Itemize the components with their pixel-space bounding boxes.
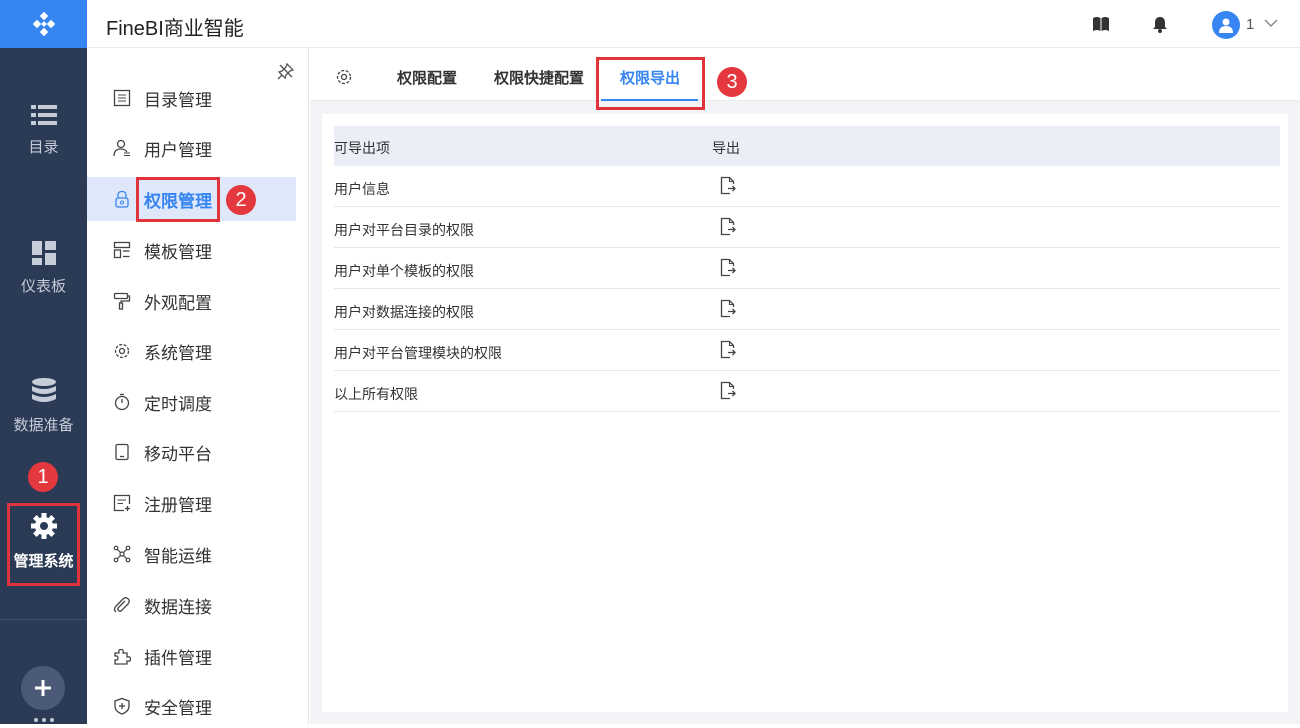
sidebar-item-mobile[interactable]: 移动平台 bbox=[87, 430, 296, 474]
table-row: 用户对平台目录的权限 bbox=[334, 207, 1280, 248]
bell-icon[interactable] bbox=[1152, 16, 1168, 33]
sidebar-item-label: 数据连接 bbox=[144, 597, 212, 617]
user-icon bbox=[112, 138, 132, 158]
table-row: 以上所有权限 bbox=[334, 371, 1280, 412]
list-icon bbox=[30, 105, 57, 125]
sidebar-item-plugins[interactable]: 插件管理 bbox=[87, 634, 296, 678]
tab-permission-quick-config[interactable]: 权限快捷配置 bbox=[494, 67, 584, 88]
user-avatar[interactable] bbox=[1212, 11, 1240, 39]
sidebar-item-label: 外观配置 bbox=[144, 293, 212, 313]
export-icon[interactable] bbox=[720, 381, 736, 400]
sidebar-item-templates[interactable]: 模板管理 bbox=[87, 228, 296, 272]
column-header-item: 可导出项 bbox=[334, 140, 390, 156]
tab-bar: 权限配置 权限快捷配置 权限导出 bbox=[310, 48, 1300, 101]
timer-icon bbox=[112, 392, 132, 412]
row-name: 用户信息 bbox=[334, 181, 390, 197]
network-icon bbox=[112, 544, 132, 564]
sidebar-item-security[interactable]: 安全管理 bbox=[87, 684, 296, 728]
export-icon[interactable] bbox=[720, 176, 736, 195]
sidebar-item-label: 移动平台 bbox=[144, 444, 212, 464]
mobile-icon bbox=[112, 442, 132, 462]
table-header: 可导出项 导出 bbox=[334, 126, 1280, 166]
dashboard-icon bbox=[31, 241, 56, 265]
plus-icon bbox=[35, 680, 51, 696]
shield-icon bbox=[112, 696, 132, 716]
paperclip-icon bbox=[112, 595, 132, 615]
app-title: FineBI商业智能 bbox=[106, 18, 244, 40]
sidebar-item-data-connection[interactable]: 数据连接 bbox=[87, 583, 296, 627]
sidebar-item-users[interactable]: 用户管理 bbox=[87, 126, 296, 170]
table-row: 用户对平台管理模块的权限 bbox=[334, 330, 1280, 371]
directory-icon bbox=[112, 88, 132, 108]
sidebar-item-appearance[interactable]: 外观配置 bbox=[87, 279, 296, 323]
export-icon[interactable] bbox=[720, 258, 736, 277]
callout-box-permissions bbox=[136, 177, 220, 222]
rail-item-label: 仪表板 bbox=[20, 278, 66, 295]
step-badge-2: 2 bbox=[226, 185, 256, 215]
admin-sidebar: 目录管理 用户管理 权限管理 模板管理 外观配置 系统管理 定时调度 移动平台 … bbox=[87, 48, 309, 724]
main-content: 权限配置 权限快捷配置 权限导出 可导出项 导出 用户信息 用户对平台目录的权限… bbox=[310, 48, 1300, 724]
database-icon bbox=[31, 378, 56, 402]
sidebar-item-scheduling[interactable]: 定时调度 bbox=[87, 380, 296, 424]
more-icon[interactable] bbox=[34, 718, 54, 722]
export-icon[interactable] bbox=[720, 340, 736, 359]
step-badge-1: 1 bbox=[28, 462, 58, 492]
export-icon[interactable] bbox=[720, 217, 736, 236]
app-logo[interactable] bbox=[0, 0, 87, 48]
step-badge-3: 3 bbox=[717, 67, 747, 97]
row-name: 用户对数据连接的权限 bbox=[334, 304, 474, 320]
gear-icon bbox=[112, 341, 132, 361]
app-rail: 目录 仪表板 数据准备 管理系统 bbox=[0, 0, 87, 724]
tab-permission-config[interactable]: 权限配置 bbox=[397, 67, 457, 88]
row-name: 用户对平台目录的权限 bbox=[334, 222, 474, 238]
paint-roller-icon bbox=[112, 291, 132, 311]
table-row: 用户对单个模板的权限 bbox=[334, 248, 1280, 289]
lock-icon bbox=[112, 189, 132, 209]
rail-item-dashboard[interactable]: 仪表板 bbox=[0, 241, 87, 296]
row-name: 以上所有权限 bbox=[334, 386, 418, 402]
row-name: 用户对平台管理模块的权限 bbox=[334, 345, 502, 361]
sidebar-item-label: 目录管理 bbox=[144, 90, 212, 110]
callout-box-admin bbox=[7, 503, 80, 586]
column-header-export: 导出 bbox=[712, 140, 740, 156]
rail-item-data-prep[interactable]: 数据准备 bbox=[0, 378, 87, 435]
callout-box-export-tab bbox=[596, 57, 705, 110]
sidebar-item-registration[interactable]: 注册管理 bbox=[87, 481, 296, 525]
rail-item-directory[interactable]: 目录 bbox=[0, 104, 87, 157]
logo-icon bbox=[32, 11, 55, 37]
sidebar-item-label: 插件管理 bbox=[144, 648, 212, 668]
table-row: 用户信息 bbox=[334, 166, 1280, 207]
row-name: 用户对单个模板的权限 bbox=[334, 263, 474, 279]
table-row: 用户对数据连接的权限 bbox=[334, 289, 1280, 330]
sidebar-item-label: 系统管理 bbox=[144, 343, 212, 363]
user-avatar-icon bbox=[1219, 18, 1233, 33]
user-name[interactable]: 1 bbox=[1246, 16, 1254, 33]
sidebar-item-ops[interactable]: 智能运维 bbox=[87, 532, 296, 576]
settings-gear-icon[interactable] bbox=[335, 68, 353, 86]
rail-item-label: 目录 bbox=[28, 139, 59, 156]
sidebar-item-system[interactable]: 系统管理 bbox=[87, 329, 296, 373]
top-bar: FineBI商业智能 1 bbox=[87, 0, 1300, 48]
chevron-down-icon[interactable] bbox=[1264, 19, 1278, 28]
help-book-icon[interactable] bbox=[1092, 16, 1110, 32]
template-icon bbox=[112, 240, 132, 260]
sidebar-item-label: 智能运维 bbox=[144, 546, 212, 566]
sidebar-item-directory[interactable]: 目录管理 bbox=[87, 76, 296, 120]
rail-divider bbox=[0, 619, 87, 620]
sidebar-item-label: 模板管理 bbox=[144, 242, 212, 262]
export-panel: 可导出项 导出 用户信息 用户对平台目录的权限 用户对单个模板的权限 用户对数据… bbox=[322, 114, 1288, 712]
export-icon[interactable] bbox=[720, 299, 736, 318]
sidebar-item-label: 注册管理 bbox=[144, 495, 212, 515]
puzzle-icon bbox=[112, 646, 132, 666]
sidebar-item-label: 安全管理 bbox=[144, 698, 212, 718]
register-icon bbox=[112, 493, 132, 513]
sidebar-item-label: 用户管理 bbox=[144, 140, 212, 160]
sidebar-item-label: 定时调度 bbox=[144, 394, 212, 414]
rail-item-label: 数据准备 bbox=[13, 417, 74, 434]
add-button[interactable] bbox=[21, 666, 65, 710]
